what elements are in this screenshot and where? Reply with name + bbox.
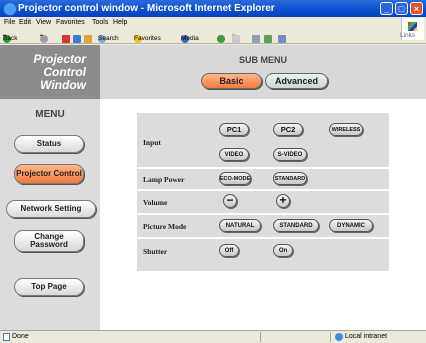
picture-natural-button[interactable]: NATURAL	[219, 219, 261, 232]
shutter-on-button[interactable]: On	[273, 244, 293, 257]
menu-favorites[interactable]: Favorites	[56, 19, 85, 26]
shutter-label: Shutter	[143, 247, 168, 256]
window-title: Projector control window - Microsoft Int…	[18, 3, 275, 14]
lamp-power-label: Lamp Power	[143, 175, 185, 184]
sidebar: Projector Control Window MENU Status Pro…	[0, 45, 100, 330]
submenu-title: SUB MENU	[238, 55, 287, 65]
mail-button[interactable]: ▾	[232, 32, 240, 43]
history-icon	[217, 35, 225, 43]
volume-up-button[interactable]: +	[276, 194, 290, 208]
nav-status-button[interactable]: Status	[14, 135, 84, 153]
maximize-icon[interactable]: □	[395, 2, 408, 15]
input-pc1-button[interactable]: PC1	[219, 123, 249, 136]
menu-view[interactable]: View	[36, 19, 51, 26]
menubar: File Edit View Favorites Tools Help	[0, 17, 426, 29]
input-label: Input	[143, 138, 161, 147]
picture-standard-button[interactable]: STANDARD	[273, 219, 319, 232]
picture-mode-label: Picture Mode	[143, 222, 187, 231]
minimize-icon[interactable]: _	[380, 2, 393, 15]
volume-label: Volume	[143, 198, 168, 207]
stop-icon	[62, 35, 70, 43]
shutter-off-button[interactable]: Off	[219, 244, 239, 257]
messenger-icon	[278, 35, 286, 43]
close-icon[interactable]: ×	[410, 2, 423, 15]
logo-line-3: Window	[40, 78, 86, 92]
status-divider	[260, 332, 261, 342]
submenu-basic-button[interactable]: Basic	[201, 73, 262, 89]
security-zone-text: Local intranet	[345, 333, 388, 340]
volume-down-button[interactable]: −	[223, 194, 237, 208]
app-logo: Projector Control Window	[0, 45, 100, 99]
menu-title: MENU	[35, 109, 65, 120]
menu-tools[interactable]: Tools	[92, 19, 108, 26]
row-divider	[137, 237, 389, 239]
lamp-eco-mode-button[interactable]: ECO-MODE	[219, 172, 251, 185]
content-area: Projector Control Window MENU Status Pro…	[0, 45, 426, 330]
submenu-advanced-button[interactable]: Advanced	[265, 73, 328, 89]
refresh-icon	[73, 35, 81, 43]
page-icon	[3, 333, 10, 341]
lamp-standard-button[interactable]: STANDARD	[273, 172, 307, 185]
row-divider	[137, 189, 389, 191]
links-label[interactable]: Links	[400, 32, 415, 39]
controls-panel: Input PC1 PC2 WIRELESS VIDEO S-VIDEO Lam…	[137, 113, 389, 271]
status-divider	[330, 332, 331, 342]
status-text: Done	[12, 333, 29, 340]
row-divider	[137, 167, 389, 169]
menu-file[interactable]: File	[4, 19, 15, 26]
home-icon	[84, 35, 92, 43]
menu-help[interactable]: Help	[113, 19, 127, 26]
forward-arrow-icon	[40, 35, 48, 43]
row-divider	[137, 213, 389, 215]
ie-icon	[3, 2, 17, 16]
nav-projector-control-button[interactable]: Projector Control	[14, 164, 84, 184]
edit-icon	[264, 35, 272, 43]
window-titlebar: Projector control window - Microsoft Int…	[0, 0, 426, 17]
menu-edit[interactable]: Edit	[19, 19, 31, 26]
picture-dynamic-button[interactable]: DYNAMIC	[329, 219, 373, 232]
intranet-zone-icon	[335, 333, 343, 341]
statusbar: Done Local intranet	[0, 330, 426, 343]
forward-button[interactable]: ▾	[40, 32, 48, 43]
input-pc2-button[interactable]: PC2	[273, 123, 303, 136]
submenu-bar: SUB MENU Basic Advanced	[100, 45, 426, 99]
nav-change-password-button[interactable]: Change Password	[14, 230, 84, 252]
input-svideo-button[interactable]: S-VIDEO	[273, 148, 307, 161]
toolbar: Back ▾ ▾ Search Favorites Media ▾ Links	[0, 29, 426, 44]
nav-network-setting-button[interactable]: Network Setting	[6, 200, 96, 218]
back-button[interactable]: Back ▾	[3, 32, 17, 43]
nav-top-page-button[interactable]: Top Page	[14, 278, 84, 296]
print-icon	[252, 35, 260, 43]
main-panel: SUB MENU Basic Advanced Input PC1 PC2 WI…	[100, 45, 426, 330]
mail-icon	[232, 35, 240, 43]
logo-line-1: Projector	[33, 52, 86, 66]
input-wireless-button[interactable]: WIRELESS	[329, 123, 363, 136]
input-video-button[interactable]: VIDEO	[219, 148, 249, 161]
